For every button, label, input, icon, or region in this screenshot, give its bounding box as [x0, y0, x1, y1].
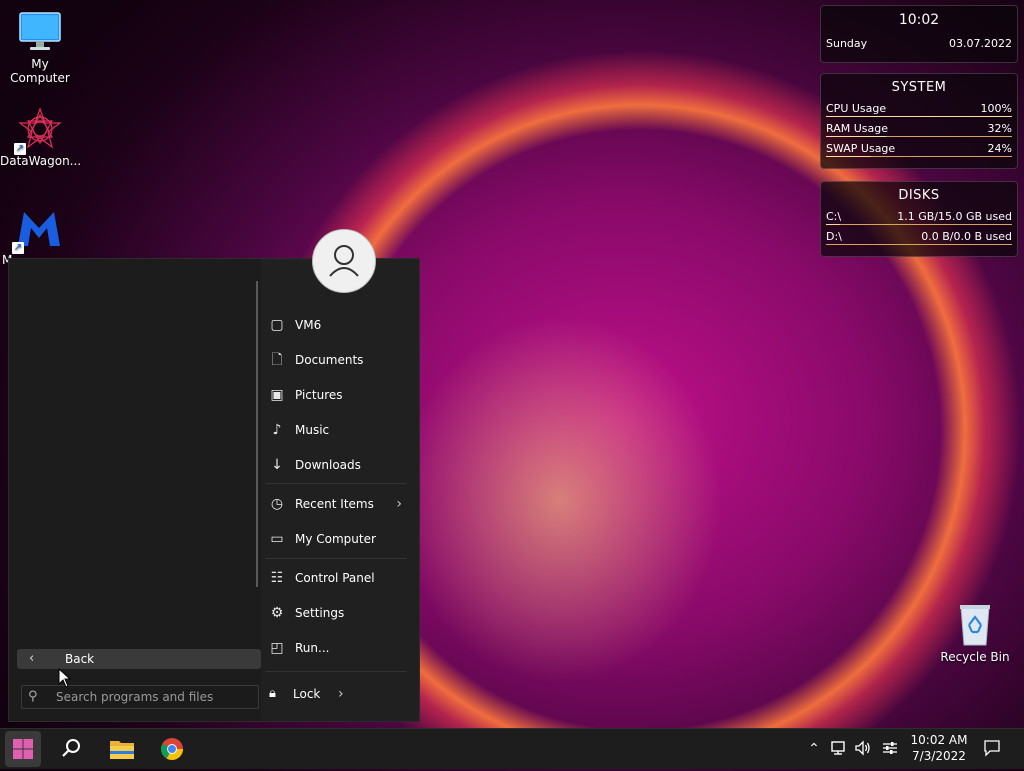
chevron-right-icon: › — [396, 496, 402, 512]
menu-item-documents[interactable]: 🗋 Documents — [266, 345, 406, 375]
menu-item-recent-items[interactable]: ◷ Recent Items › — [266, 489, 406, 519]
widget-row: CPU Usage 100% — [826, 99, 1012, 119]
download-arrow-icon: ↓ — [271, 457, 283, 473]
menu-item-music[interactable]: ♪ Music — [266, 415, 406, 445]
shortcut-arrow-icon: ↗ — [14, 143, 26, 155]
taskbar-file-explorer[interactable] — [104, 731, 140, 767]
desktop-icon-label: My Computer — [10, 57, 70, 85]
usage-bar — [826, 224, 1012, 225]
run-icon: ◰ — [270, 640, 284, 656]
widget-row: D:\ 0.0 B/0.0 B used — [826, 227, 1012, 247]
taskbar-search-button[interactable] — [53, 731, 89, 767]
volume-icon[interactable] — [853, 739, 873, 759]
desktop-icon-recycle-bin[interactable]: Recycle Bin — [935, 603, 1015, 664]
document-icon: 🗋 — [271, 352, 283, 368]
widget-day: Sunday — [826, 37, 868, 50]
back-button[interactable]: ‹ Back — [17, 649, 261, 669]
search-icon — [62, 739, 80, 757]
usage-bar — [826, 244, 1012, 245]
user-folder-icon: ▢ — [270, 317, 284, 333]
search-icon: ⚲ — [28, 689, 38, 704]
menu-item-pictures[interactable]: ▣ Pictures — [266, 380, 406, 410]
disks-widget: DISKS C:\ 1.1 GB/15.0 GB used D:\ 0.0 B/0.0… — [820, 181, 1018, 257]
user-avatar[interactable] — [312, 229, 376, 293]
datawagon-logo-icon: ↗ — [14, 107, 62, 155]
music-note-icon: ♪ — [272, 422, 282, 438]
start-button[interactable] — [5, 731, 41, 767]
menu-separator — [266, 558, 406, 559]
taskbar: ⌃ 10:02 AM 7/3/2022 — [0, 728, 1024, 769]
taskbar-date: 7/3/2022 — [912, 749, 966, 763]
desktop-icon-datawagon[interactable]: ↗ DataWagon... — [0, 107, 82, 168]
widget-time: 10:02 — [898, 12, 940, 28]
menu-separator — [266, 483, 406, 484]
usage-bar-fill — [826, 136, 886, 137]
desktop-icon-my-computer[interactable]: My Computer — [0, 10, 80, 85]
system-widget: SYSTEM CPU Usage 100% RAM Usage 32% SWAP Usa… — [820, 73, 1018, 169]
usage-bar-fill — [826, 156, 871, 157]
malwarebytes-logo-icon: ↗ — [12, 206, 60, 254]
chrome-icon — [161, 738, 183, 760]
lock-button[interactable]: 🔒︎ Lock › — [266, 681, 356, 707]
chevron-left-icon: ‹ — [29, 651, 35, 666]
chevron-up-icon[interactable]: ⌃ — [804, 739, 824, 759]
search-input[interactable] — [56, 686, 252, 708]
lock-icon: 🔒︎ — [269, 686, 276, 701]
user-silhouette-icon — [329, 245, 359, 277]
menu-item-run[interactable]: ◰ Run... — [266, 633, 406, 663]
picture-icon: ▣ — [270, 387, 284, 403]
notification-icon[interactable] — [982, 739, 1002, 759]
usage-bar-fill — [826, 224, 840, 225]
desktop-icon-label: Recycle Bin — [940, 650, 1010, 664]
usage-bar — [826, 136, 1012, 137]
widget-title: DISKS — [898, 188, 940, 203]
control-panel-icon: ☷ — [270, 570, 284, 586]
network-icon[interactable] — [829, 739, 849, 759]
clock-icon: ◷ — [270, 496, 284, 512]
widget-title: SYSTEM — [891, 80, 947, 95]
shortcut-arrow-icon: ↗ — [12, 242, 24, 254]
usage-bar — [826, 156, 1012, 157]
desktop-icon-label: DataWagon... — [0, 154, 82, 168]
usage-bar — [826, 116, 1012, 117]
mouse-cursor-icon — [58, 667, 72, 692]
clock-widget: 10:02 Sunday 03.07.2022 — [820, 5, 1018, 63]
menu-separator — [266, 671, 406, 672]
menu-item-downloads[interactable]: ↓ Downloads — [266, 450, 406, 480]
widget-row: SWAP Usage 24% — [826, 139, 1012, 159]
input-settings-icon[interactable] — [880, 739, 900, 759]
search-box[interactable]: ⚲ — [21, 685, 259, 709]
taskbar-time: 10:02 AM — [910, 733, 968, 747]
widget-row: RAM Usage 32% — [826, 119, 1012, 139]
widget-row: C:\ 1.1 GB/15.0 GB used — [826, 207, 1012, 227]
recycle-bin-icon — [953, 603, 997, 647]
taskbar-clock[interactable]: 10:02 AM 7/3/2022 — [900, 732, 978, 764]
folder-icon — [110, 741, 134, 759]
monitor-icon — [18, 10, 62, 54]
menu-item-control-panel[interactable]: ☷ Control Panel — [266, 563, 406, 593]
usage-bar-fill — [826, 116, 1012, 117]
widget-date: 03.07.2022 — [949, 37, 1012, 50]
menu-item-vm6[interactable]: ▢ VM6 — [266, 310, 406, 340]
windows-logo-icon — [13, 739, 33, 759]
menu-item-settings[interactable]: ⚙ Settings — [266, 598, 406, 628]
computer-icon: ▭ — [270, 531, 284, 547]
taskbar-chrome[interactable] — [154, 731, 190, 767]
gear-icon: ⚙ — [270, 605, 284, 621]
program-list-scrollbar[interactable] — [256, 281, 258, 587]
chevron-right-icon[interactable]: › — [338, 681, 344, 707]
menu-item-my-computer[interactable]: ▭ My Computer — [266, 524, 406, 554]
